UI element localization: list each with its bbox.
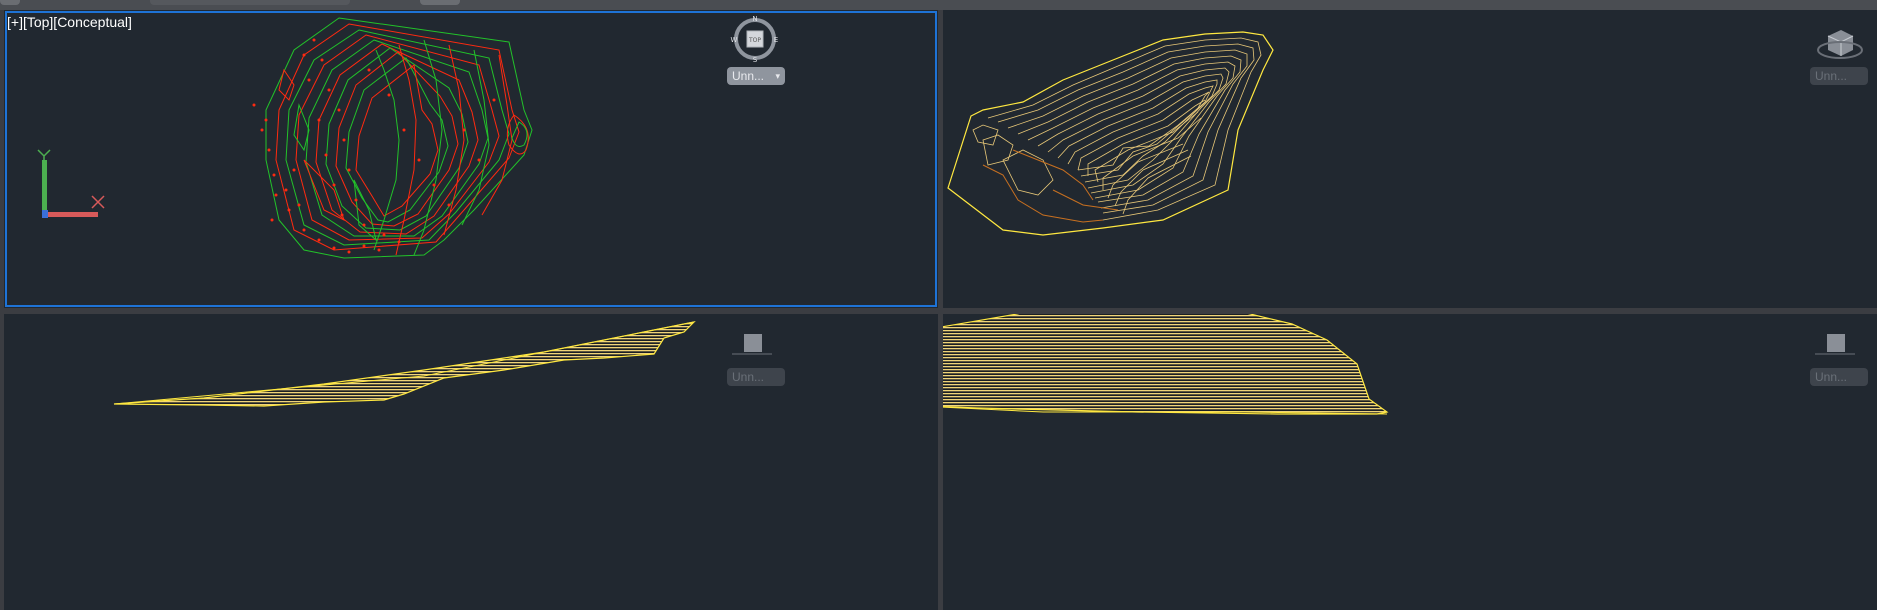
svg-text:N: N [752,15,757,23]
viewport-top[interactable]: [+][Top][Conceptual] TOP N S E W Unn... … [4,10,938,308]
viewcube-compass[interactable]: TOP N S E W [730,14,780,64]
svg-text:E: E [774,36,778,44]
viewport-southeast-iso[interactable]: Unn... [943,10,1877,308]
contour-plan-drawing [252,17,533,259]
viewport-right[interactable]: Unn... [943,314,1877,610]
file-tab[interactable] [150,0,350,5]
visual-style-label: Unn... [732,69,765,83]
viewcube-iso-icon[interactable] [1813,24,1863,64]
visual-style-dropdown[interactable]: Unn... [1810,67,1868,85]
viewport-front[interactable]: Unn... [4,314,938,610]
viewcube-right-icon[interactable] [1815,332,1855,362]
visual-style-dropdown[interactable]: Unn... [1810,368,1868,386]
svg-text:TOP: TOP [748,37,761,44]
chevron-down-icon: ▾ [775,71,780,81]
top-toolbar-strip [0,0,1877,10]
svg-text:W: W [731,36,738,44]
visual-style-dropdown[interactable]: Unn... ▾ [727,67,785,85]
svg-text:S: S [753,56,758,64]
file-tab[interactable] [420,0,460,5]
terrain-profile-left [113,321,696,407]
viewport-splitter-horizontal[interactable] [0,308,1877,314]
contour-iso-drawing [947,31,1274,236]
file-tab[interactable] [0,0,20,5]
visual-style-label: Unn... [1815,69,1848,83]
terrain-profile-right [943,314,1389,415]
visual-style-label: Unn... [732,370,765,384]
viewcube-front-icon[interactable] [732,332,772,362]
visual-style-dropdown[interactable]: Unn... [727,368,785,386]
visual-style-label: Unn... [1815,370,1848,384]
ucs-icon[interactable] [34,148,114,228]
